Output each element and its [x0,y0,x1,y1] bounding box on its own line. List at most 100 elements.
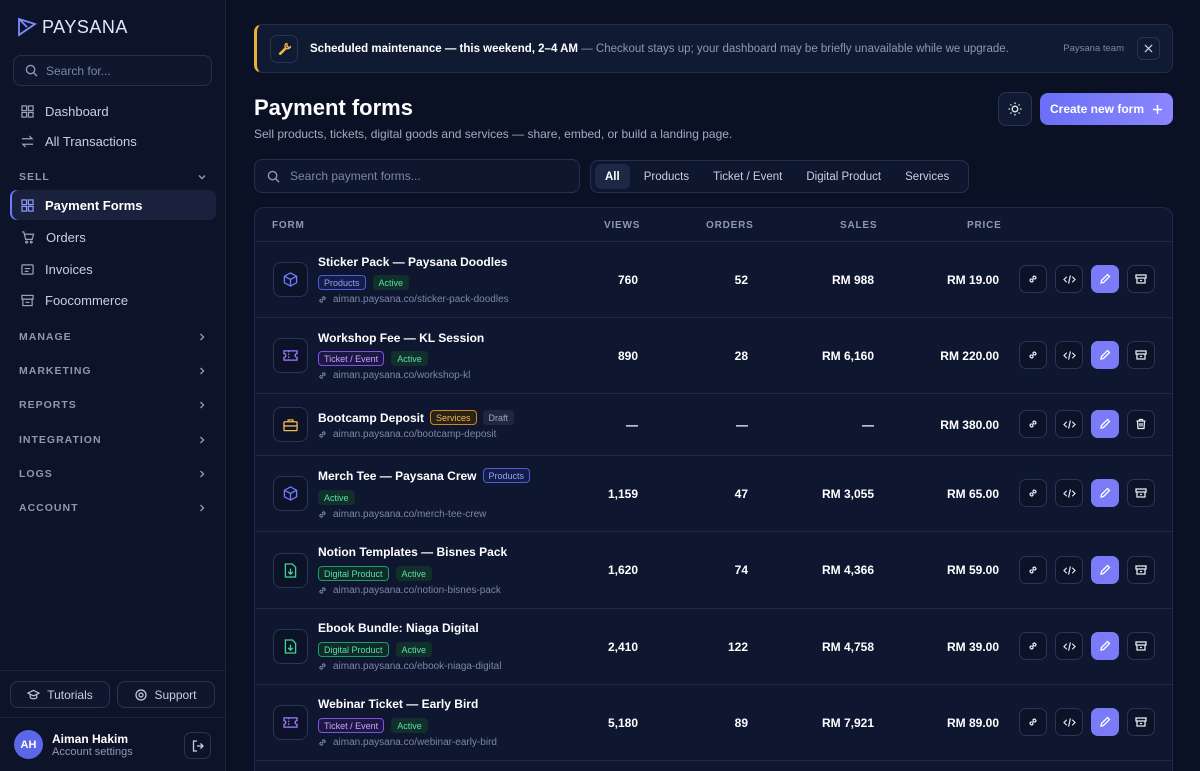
chevron-right-icon [200,470,205,478]
table-row[interactable]: Webinar Ticket — Early Bird Ticket / Eve… [255,685,1172,761]
payment-forms-search-input[interactable]: Search payment forms... [254,159,580,193]
form-name[interactable]: Workshop Fee — KL Session [318,331,484,345]
copy-link-button[interactable] [1019,410,1047,438]
copy-link-button[interactable] [1019,265,1047,293]
theme-toggle-button[interactable] [998,92,1032,126]
archive-button[interactable] [1127,265,1155,293]
delete-button[interactable] [1127,410,1155,438]
form-url[interactable]: aiman.paysana.co/webinar-early-bird [318,737,497,748]
filter-digital-product[interactable]: Digital Product [796,164,891,189]
type-badge: Products [482,468,531,483]
url-text: aiman.paysana.co/workshop-kl [333,370,471,381]
form-url[interactable]: aiman.paysana.co/bootcamp-deposit [318,429,496,440]
link-icon [1029,566,1037,574]
sidebar-item-all-transactions[interactable]: All Transactions [10,126,216,156]
edit-button[interactable] [1091,265,1119,293]
edit-button[interactable] [1091,632,1119,660]
embed-code-button[interactable] [1055,708,1083,736]
embed-code-button[interactable] [1055,556,1083,584]
sidebar-item-payment-forms[interactable]: Payment Forms [10,190,216,220]
edit-button[interactable] [1091,479,1119,507]
logo[interactable]: PAYSANA [16,16,128,38]
link-icon [319,431,326,438]
sales-value: — [862,418,874,432]
sidebar-section-marketing[interactable]: MARKETING [19,365,207,377]
filter-services[interactable]: Services [895,164,959,189]
embed-code-button[interactable] [1055,410,1083,438]
archive-button[interactable] [1127,341,1155,369]
support-icon [135,688,148,701]
edit-button[interactable] [1091,708,1119,736]
support-label: Support [154,687,197,702]
sidebar-section-manage[interactable]: MANAGE [19,331,207,343]
archive-button[interactable] [1127,479,1155,507]
close-banner-button[interactable] [1137,37,1160,60]
form-url[interactable]: aiman.paysana.co/notion-bisnes-pack [318,585,501,596]
archive-button[interactable] [1127,556,1155,584]
row-actions [1019,341,1155,369]
table-row[interactable]: Workshop Fee — KL Session Ticket / Event… [255,318,1172,394]
sidebar-section-logs[interactable]: LOGS [19,468,207,480]
form-url[interactable]: aiman.paysana.co/merch-tee-crew [318,509,486,520]
sidebar-item-orders[interactable]: Orders [10,222,216,252]
form-name[interactable]: Bootcamp Deposit [318,411,424,425]
table-row[interactable]: Notion Templates — Bisnes Pack Digital P… [255,532,1172,609]
sidebar-section-reports[interactable]: REPORTS [19,399,207,411]
embed-code-button[interactable] [1055,479,1083,507]
filter-ticket-event[interactable]: Ticket / Event [703,164,792,189]
embed-code-button[interactable] [1055,265,1083,293]
copy-link-button[interactable] [1019,479,1047,507]
header-orders: ORDERS [706,220,754,231]
form-url[interactable]: aiman.paysana.co/sticker-pack-doodles [318,294,509,305]
filter-products[interactable]: Products [634,164,699,189]
support-button[interactable]: Support [117,681,215,708]
pencil-icon [1100,418,1111,429]
form-name[interactable]: Webinar Ticket — Early Bird [318,697,478,711]
form-name[interactable]: Notion Templates — Bisnes Pack [318,545,507,559]
table-row[interactable]: Ebook Bundle: Niaga Digital Digital Prod… [255,609,1172,685]
archive-icon [1135,565,1147,575]
cart-icon [21,230,35,244]
embed-code-button[interactable] [1055,632,1083,660]
form-name-group: Bootcamp Deposit Services Draft [318,410,515,425]
box-icon [283,272,298,287]
edit-button[interactable] [1091,556,1119,584]
edit-button[interactable] [1091,410,1119,438]
copy-link-button[interactable] [1019,708,1047,736]
chevron-right-icon [200,436,205,444]
header-views: VIEWS [604,220,641,231]
copy-link-button[interactable] [1019,341,1047,369]
form-name[interactable]: Ebook Bundle: Niaga Digital [318,621,479,635]
copy-link-button[interactable] [1019,556,1047,584]
create-new-form-button[interactable]: Create new form [1040,93,1173,125]
logout-button[interactable] [184,732,211,759]
sidebar-section-integration[interactable]: INTEGRATION [19,434,207,446]
views-value: — [626,418,638,432]
form-url[interactable]: aiman.paysana.co/workshop-kl [318,370,470,381]
table-row[interactable]: Merch Tee — Paysana Crew Products Active… [255,456,1172,532]
form-name[interactable]: Sticker Pack — Paysana Doodles [318,255,507,269]
archive-icon [1135,717,1147,727]
account-settings-link[interactable]: Account settings [52,746,133,758]
sidebar-item-invoices[interactable]: Invoices [10,254,216,284]
tutorials-button[interactable]: Tutorials [10,681,110,708]
form-url[interactable]: aiman.paysana.co/ebook-niaga-digital [318,661,501,672]
filter-all[interactable]: All [595,164,630,189]
copy-link-button[interactable] [1019,632,1047,660]
table-row[interactable]: Sticker Pack — Paysana Doodles Products … [255,242,1172,318]
table-row[interactable]: Bootcamp Deposit Services Draft aiman.pa… [255,394,1172,456]
avatar[interactable]: AH [14,730,43,759]
sidebar-search-input[interactable]: Search for... [13,55,212,86]
sidebar-section-sell[interactable]: SELL [19,171,207,183]
edit-button[interactable] [1091,341,1119,369]
archive-button[interactable] [1127,708,1155,736]
plus-icon [1153,104,1163,114]
sidebar-section-account[interactable]: ACCOUNT [19,502,207,514]
archive-button[interactable] [1127,632,1155,660]
row-actions [1019,410,1155,438]
sidebar-item-dashboard[interactable]: Dashboard [10,96,216,126]
code-icon [1062,274,1076,284]
sidebar-item-foocommerce[interactable]: Foocommerce [10,285,216,315]
form-name[interactable]: Merch Tee — Paysana Crew [318,469,477,483]
embed-code-button[interactable] [1055,341,1083,369]
